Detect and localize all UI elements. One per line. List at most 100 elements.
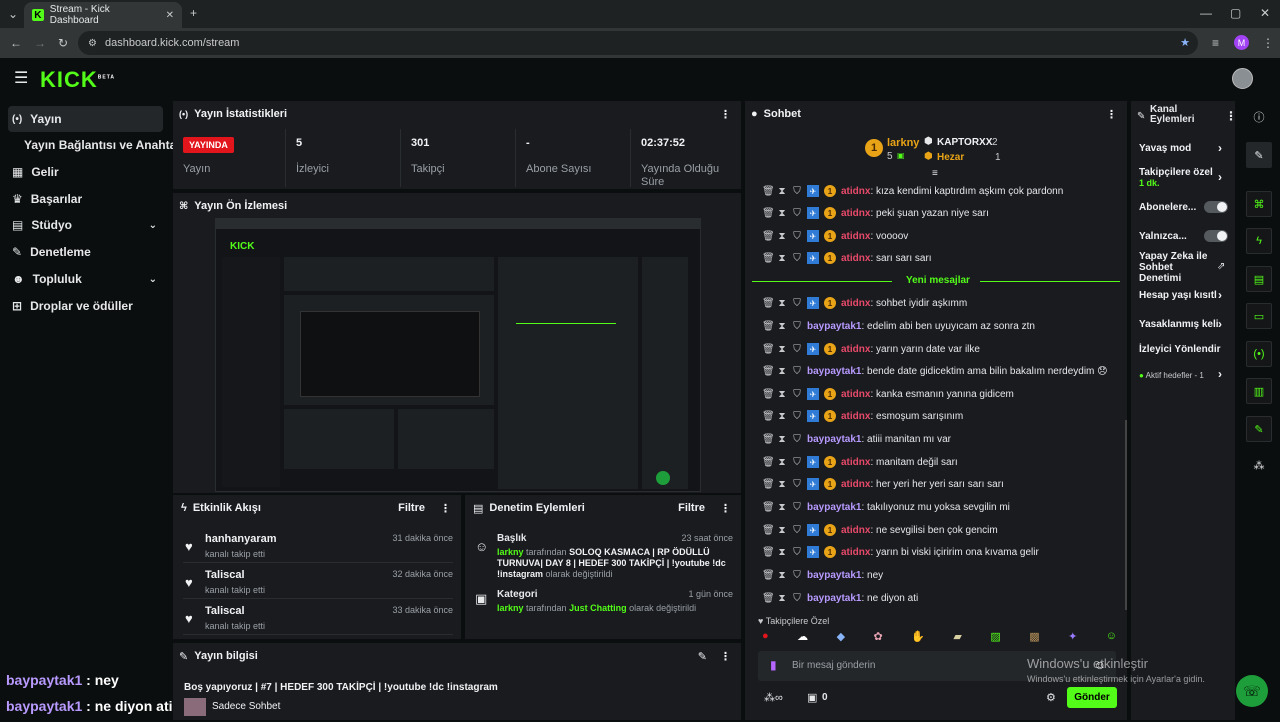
shield-icon[interactable]: ⛉ bbox=[792, 525, 802, 536]
trash-icon[interactable]: 🗑 bbox=[762, 479, 775, 490]
timeout-icon[interactable]: ⧗ bbox=[777, 570, 787, 581]
trash-icon[interactable]: 🗑 bbox=[762, 434, 775, 445]
shield-icon[interactable]: ⛉ bbox=[792, 411, 802, 422]
emote-icon[interactable]: ◆ bbox=[837, 630, 845, 646]
lightning-icon[interactable]: ϟ bbox=[1246, 228, 1272, 254]
document-icon[interactable]: ▤ bbox=[1246, 266, 1272, 292]
emote-icon[interactable]: ● bbox=[762, 630, 769, 646]
shield-icon[interactable]: ⛉ bbox=[792, 593, 802, 604]
shield-icon[interactable]: ⛉ bbox=[792, 186, 802, 197]
support-chat-button[interactable]: ☏ bbox=[1236, 675, 1268, 707]
moderation-filter-button[interactable]: Filtre bbox=[678, 502, 705, 514]
microphone-icon[interactable]: ▮ bbox=[770, 658, 777, 672]
timeout-icon[interactable]: ⧗ bbox=[777, 434, 787, 445]
emote-icon[interactable]: ✦ bbox=[1068, 630, 1077, 646]
chat-username[interactable]: baypaytak1 bbox=[807, 366, 861, 377]
chat-username[interactable]: atidnx bbox=[841, 411, 870, 422]
edit-pencil-icon[interactable]: ✎ bbox=[1246, 142, 1272, 168]
trash-icon[interactable]: 🗑 bbox=[762, 502, 775, 513]
chat-username[interactable]: atidnx bbox=[841, 231, 870, 242]
chat-username[interactable]: baypaytak1 bbox=[807, 502, 861, 513]
trash-icon[interactable]: 🗑 bbox=[762, 366, 775, 377]
trash-icon[interactable]: 🗑 bbox=[762, 570, 775, 581]
sidebar-item-denetleme[interactable]: ✎ Denetleme bbox=[8, 239, 163, 265]
shield-icon[interactable]: ⛉ bbox=[792, 457, 802, 468]
emote-icon[interactable]: ✿ bbox=[874, 630, 883, 646]
sidebar-item-gelir[interactable]: ▦ Gelir bbox=[8, 159, 163, 185]
clip-icon[interactable]: ⌘ bbox=[1246, 191, 1272, 217]
shield-icon[interactable]: ⛉ bbox=[792, 298, 802, 309]
trash-icon[interactable]: 🗑 bbox=[762, 321, 775, 332]
timeout-icon[interactable]: ⧗ bbox=[777, 344, 787, 355]
minimize-icon[interactable]: — bbox=[1200, 6, 1212, 20]
timeout-icon[interactable]: ⧗ bbox=[777, 479, 787, 490]
kick-logo[interactable]: KICKBETA bbox=[40, 67, 115, 93]
emote-icon[interactable]: ☺ bbox=[1106, 630, 1117, 646]
channel-points-icon[interactable]: ⁂∞ bbox=[764, 691, 783, 704]
shield-icon[interactable]: ⛉ bbox=[792, 253, 802, 264]
broadcast-icon[interactable]: (•) bbox=[1246, 341, 1272, 367]
emote-icon[interactable]: ☁ bbox=[797, 630, 808, 646]
trash-icon[interactable]: 🗑 bbox=[762, 547, 775, 558]
sidebar-item-studyo[interactable]: ▤ Stüdyo ⌄ bbox=[8, 212, 163, 238]
maximize-icon[interactable]: ▢ bbox=[1230, 6, 1241, 20]
trash-icon[interactable]: 🗑 bbox=[762, 411, 775, 422]
emote-icon[interactable]: ▨ bbox=[990, 630, 1000, 646]
trash-icon[interactable]: 🗑 bbox=[762, 298, 775, 309]
sidebar-item-stream-key[interactable]: Yayın Bağlantısı ve Anahtarı bbox=[20, 132, 184, 158]
trash-icon[interactable]: 🗑 bbox=[762, 593, 775, 604]
shield-icon[interactable]: ⛉ bbox=[792, 479, 802, 490]
tab-menu-icon[interactable]: ⌄ bbox=[8, 7, 18, 21]
timeout-icon[interactable]: ⧗ bbox=[777, 321, 787, 332]
trash-icon[interactable]: 🗑 bbox=[762, 186, 775, 197]
media-control-icon[interactable]: ≡ bbox=[1212, 36, 1219, 50]
slow-mode-action[interactable]: Yavaş mod bbox=[1139, 143, 1229, 154]
timeout-icon[interactable]: ⧗ bbox=[777, 457, 787, 468]
sidebar-item-yayin[interactable]: (•) Yayın bbox=[8, 106, 163, 132]
more-options-icon[interactable]: ⋮ bbox=[720, 650, 731, 663]
edit-pencil-icon[interactable]: ✎ bbox=[698, 650, 707, 663]
send-button[interactable]: Gönder bbox=[1067, 687, 1117, 708]
url-field[interactable]: ⚙ dashboard.kick.com/stream ★ bbox=[78, 31, 1198, 55]
new-tab-icon[interactable]: + bbox=[190, 6, 197, 20]
trash-icon[interactable]: 🗑 bbox=[762, 389, 775, 400]
chat-username[interactable]: atidnx bbox=[841, 457, 870, 468]
chat-username[interactable]: atidnx bbox=[841, 186, 870, 197]
wrench-icon[interactable]: ✎ bbox=[1246, 416, 1272, 442]
subscribers-only-toggle[interactable] bbox=[1204, 201, 1228, 213]
active-goals-action[interactable]: ● Aktif hedefler - 1 bbox=[1139, 370, 1229, 381]
more-options-icon[interactable]: ⋮ bbox=[1225, 109, 1237, 123]
user-avatar[interactable] bbox=[1232, 68, 1253, 89]
timeout-icon[interactable]: ⧗ bbox=[777, 502, 787, 513]
chat-username[interactable]: baypaytak1 bbox=[807, 434, 861, 445]
shield-icon[interactable]: ⛉ bbox=[792, 547, 802, 558]
sidebar-item-topluluk[interactable]: ☻ Topluluk ⌄ bbox=[8, 266, 163, 292]
forward-icon[interactable]: → bbox=[34, 36, 46, 50]
chat-scrollbar[interactable] bbox=[1125, 420, 1127, 610]
chat-settings-icon[interactable]: ⚙ bbox=[1046, 691, 1056, 704]
stream-preview-video[interactable]: KICK bbox=[215, 218, 701, 492]
trash-icon[interactable]: 🗑 bbox=[762, 231, 775, 242]
moderation-queue-icon[interactable]: ▥ bbox=[1246, 378, 1272, 404]
trash-icon[interactable]: 🗑 bbox=[762, 208, 775, 219]
shield-icon[interactable]: ⛉ bbox=[792, 570, 802, 581]
timeout-icon[interactable]: ⧗ bbox=[777, 186, 787, 197]
reload-icon[interactable]: ↻ bbox=[58, 36, 68, 50]
window-close-icon[interactable]: ✕ bbox=[1260, 6, 1270, 20]
emote-only-toggle[interactable] bbox=[1204, 230, 1228, 242]
browser-tab[interactable]: K Stream - Kick Dashboard ✕ bbox=[24, 2, 182, 28]
browser-menu-icon[interactable]: ⋮ bbox=[1262, 36, 1274, 50]
trash-icon[interactable]: 🗑 bbox=[762, 253, 775, 264]
expand-icon[interactable]: ≡ bbox=[932, 168, 938, 179]
activity-filter-button[interactable]: Filtre bbox=[398, 502, 425, 514]
back-icon[interactable]: ← bbox=[10, 36, 22, 50]
chat-username[interactable]: baypaytak1 bbox=[807, 321, 861, 332]
chat-username[interactable]: baypaytak1 bbox=[807, 593, 861, 604]
shield-icon[interactable]: ⛉ bbox=[792, 434, 802, 445]
sidebar-item-droplar[interactable]: ⊞ Droplar ve ödüller bbox=[8, 293, 163, 319]
trash-icon[interactable]: 🗑 bbox=[762, 525, 775, 536]
chat-username[interactable]: atidnx bbox=[841, 479, 870, 490]
shield-icon[interactable]: ⛉ bbox=[792, 502, 802, 513]
timeout-icon[interactable]: ⧗ bbox=[777, 298, 787, 309]
chat-username[interactable]: atidnx bbox=[841, 344, 870, 355]
